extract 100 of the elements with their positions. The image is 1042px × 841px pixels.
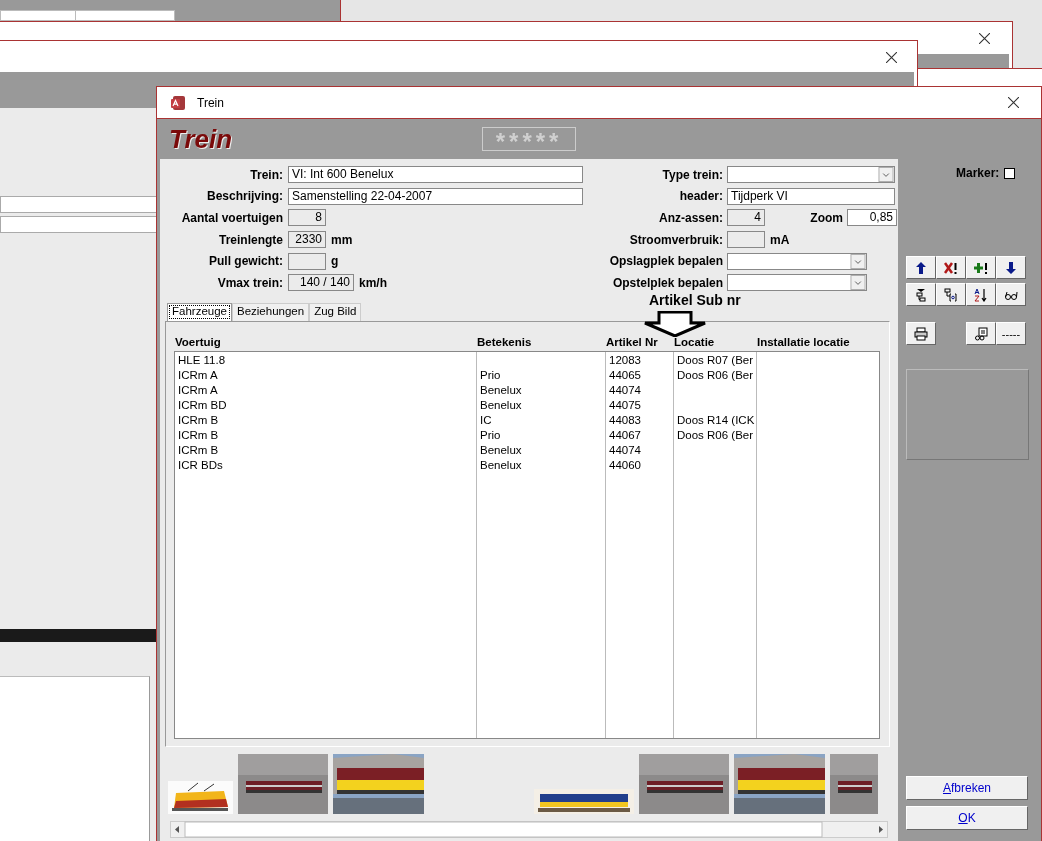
- number-field[interactable]: 2330: [288, 231, 326, 249]
- close-icon[interactable]: [979, 33, 990, 44]
- table-cell: ICRm B: [178, 428, 219, 441]
- dropdown-field[interactable]: [727, 252, 867, 270]
- view-button[interactable]: [996, 283, 1026, 306]
- dropdown-field[interactable]: [727, 166, 895, 184]
- table-cell: Prio: [480, 428, 501, 441]
- table-cell: IC: [480, 413, 492, 426]
- table-cell: Doos R14 (ICK: [677, 413, 755, 426]
- column-header: Voertuig: [175, 335, 222, 350]
- hierarchy-icon: [944, 287, 958, 302]
- column-header: Locatie: [674, 335, 716, 350]
- plus-icon: [974, 260, 988, 275]
- down-arrow-icon: [642, 311, 708, 337]
- number-field[interactable]: [288, 252, 326, 270]
- table-cell: 44075: [609, 398, 641, 411]
- field-label: Vmax trein:: [216, 275, 283, 290]
- column-header: Installatie locatie: [757, 335, 851, 350]
- query-button[interactable]: [936, 283, 966, 306]
- column-header: Artikel Nr: [606, 335, 659, 350]
- number-field[interactable]: [727, 231, 765, 249]
- table-cell: Prio: [480, 368, 501, 381]
- close-icon[interactable]: [886, 52, 897, 63]
- table-cell: ICRm B: [178, 413, 219, 426]
- sort-icon: [974, 287, 988, 302]
- table-cell: Doos R06 (Ber: [677, 428, 754, 441]
- filter-button[interactable]: [906, 283, 936, 306]
- add-button[interactable]: [966, 256, 996, 279]
- field-label: Treinlengte: [218, 232, 283, 247]
- cross-icon: [944, 260, 958, 275]
- table-cell: Benelux: [480, 383, 522, 396]
- number-field[interactable]: 4: [727, 209, 765, 227]
- horizontal-scrollbar[interactable]: [170, 820, 888, 838]
- field-label: header:: [678, 189, 723, 204]
- unit-label: km/h: [359, 275, 387, 290]
- table-cell: 44074: [609, 383, 641, 396]
- print-button[interactable]: [906, 322, 936, 345]
- form-title: Trein: [169, 123, 233, 155]
- unit-label: mA: [770, 232, 790, 247]
- table-cell: 44067: [609, 428, 641, 441]
- up-arrow-icon: [914, 260, 928, 275]
- table-cell: ICRm B: [178, 443, 219, 456]
- dropdown-icon: [850, 253, 866, 269]
- input-field[interactable]: [75, 10, 175, 21]
- field-label: Marker:: [956, 166, 1000, 180]
- app-icon: [170, 94, 186, 111]
- table-cell: ICRm BD: [178, 398, 227, 411]
- table-cell: Benelux: [480, 443, 522, 456]
- list-box[interactable]: [174, 350, 880, 739]
- move-down-button[interactable]: [996, 256, 1026, 279]
- tab[interactable]: Zug Bild: [309, 302, 362, 321]
- ok-button[interactable]: OK: [906, 806, 1028, 830]
- input-field[interactable]: [0, 10, 76, 21]
- dropdown-field[interactable]: [727, 274, 867, 292]
- text-field[interactable]: Samenstelling 22-04-2007: [288, 187, 583, 205]
- field-label: Pull gewicht:: [208, 254, 283, 269]
- dropdown-icon: [878, 167, 894, 183]
- table-cell: HLE 11.8: [178, 353, 226, 366]
- report-icon: [974, 326, 988, 341]
- table-cell: ICRm A: [178, 383, 218, 396]
- table-cell: 44074: [609, 443, 641, 456]
- printer-icon: [914, 326, 928, 341]
- field-label: Trein:: [249, 167, 283, 182]
- table-cell: Doos R07 (Ber: [677, 353, 754, 366]
- field-label: Aantal voertuigen: [180, 211, 283, 225]
- tab[interactable]: Fahrzeuge: [167, 302, 232, 321]
- table-cell: 12083: [609, 353, 641, 366]
- number-field[interactable]: 0,85: [847, 209, 897, 227]
- move-up-button[interactable]: [906, 256, 936, 279]
- number-field[interactable]: 140 / 140: [288, 274, 354, 292]
- field-label: Zoom: [809, 211, 843, 225]
- number-field[interactable]: 8: [288, 209, 326, 227]
- marker-checkbox[interactable]: [1004, 167, 1016, 179]
- table-cell: 44065: [609, 368, 641, 381]
- more-button[interactable]: -----: [996, 322, 1026, 345]
- table-cell: Benelux: [480, 398, 522, 411]
- text-field[interactable]: VI: Int 600 Benelux: [288, 166, 583, 184]
- table-cell: 44060: [609, 458, 641, 471]
- annotation-text: Artikel Sub nr: [649, 292, 741, 308]
- field-label: Type trein:: [661, 167, 723, 182]
- cancel-button[interactable]: Afbreken: [906, 776, 1028, 800]
- dropdown-icon: [850, 275, 866, 291]
- unit-label: g: [331, 254, 339, 269]
- report-button[interactable]: [966, 322, 996, 345]
- unit-label: mm: [331, 232, 353, 247]
- window-title: Trein: [197, 95, 224, 110]
- close-icon[interactable]: [1008, 97, 1019, 108]
- tab[interactable]: Beziehungen: [232, 302, 310, 321]
- table-cell: Benelux: [480, 458, 522, 471]
- table-cell: 44083: [609, 413, 641, 426]
- delete-button[interactable]: [936, 256, 966, 279]
- sort-button[interactable]: [966, 283, 996, 306]
- down-arrow-icon: [1004, 260, 1018, 275]
- text-field[interactable]: Tijdperk VI: [727, 187, 895, 205]
- column-header: Betekenis: [477, 335, 533, 350]
- field-label: Opstelplek bepalen: [611, 275, 723, 290]
- field-label: Stroomverbruik:: [628, 232, 723, 247]
- field-label: Beschrijving:: [205, 189, 283, 204]
- hierarchy-icon: [914, 287, 928, 302]
- field-label: Anz-assen:: [658, 211, 723, 225]
